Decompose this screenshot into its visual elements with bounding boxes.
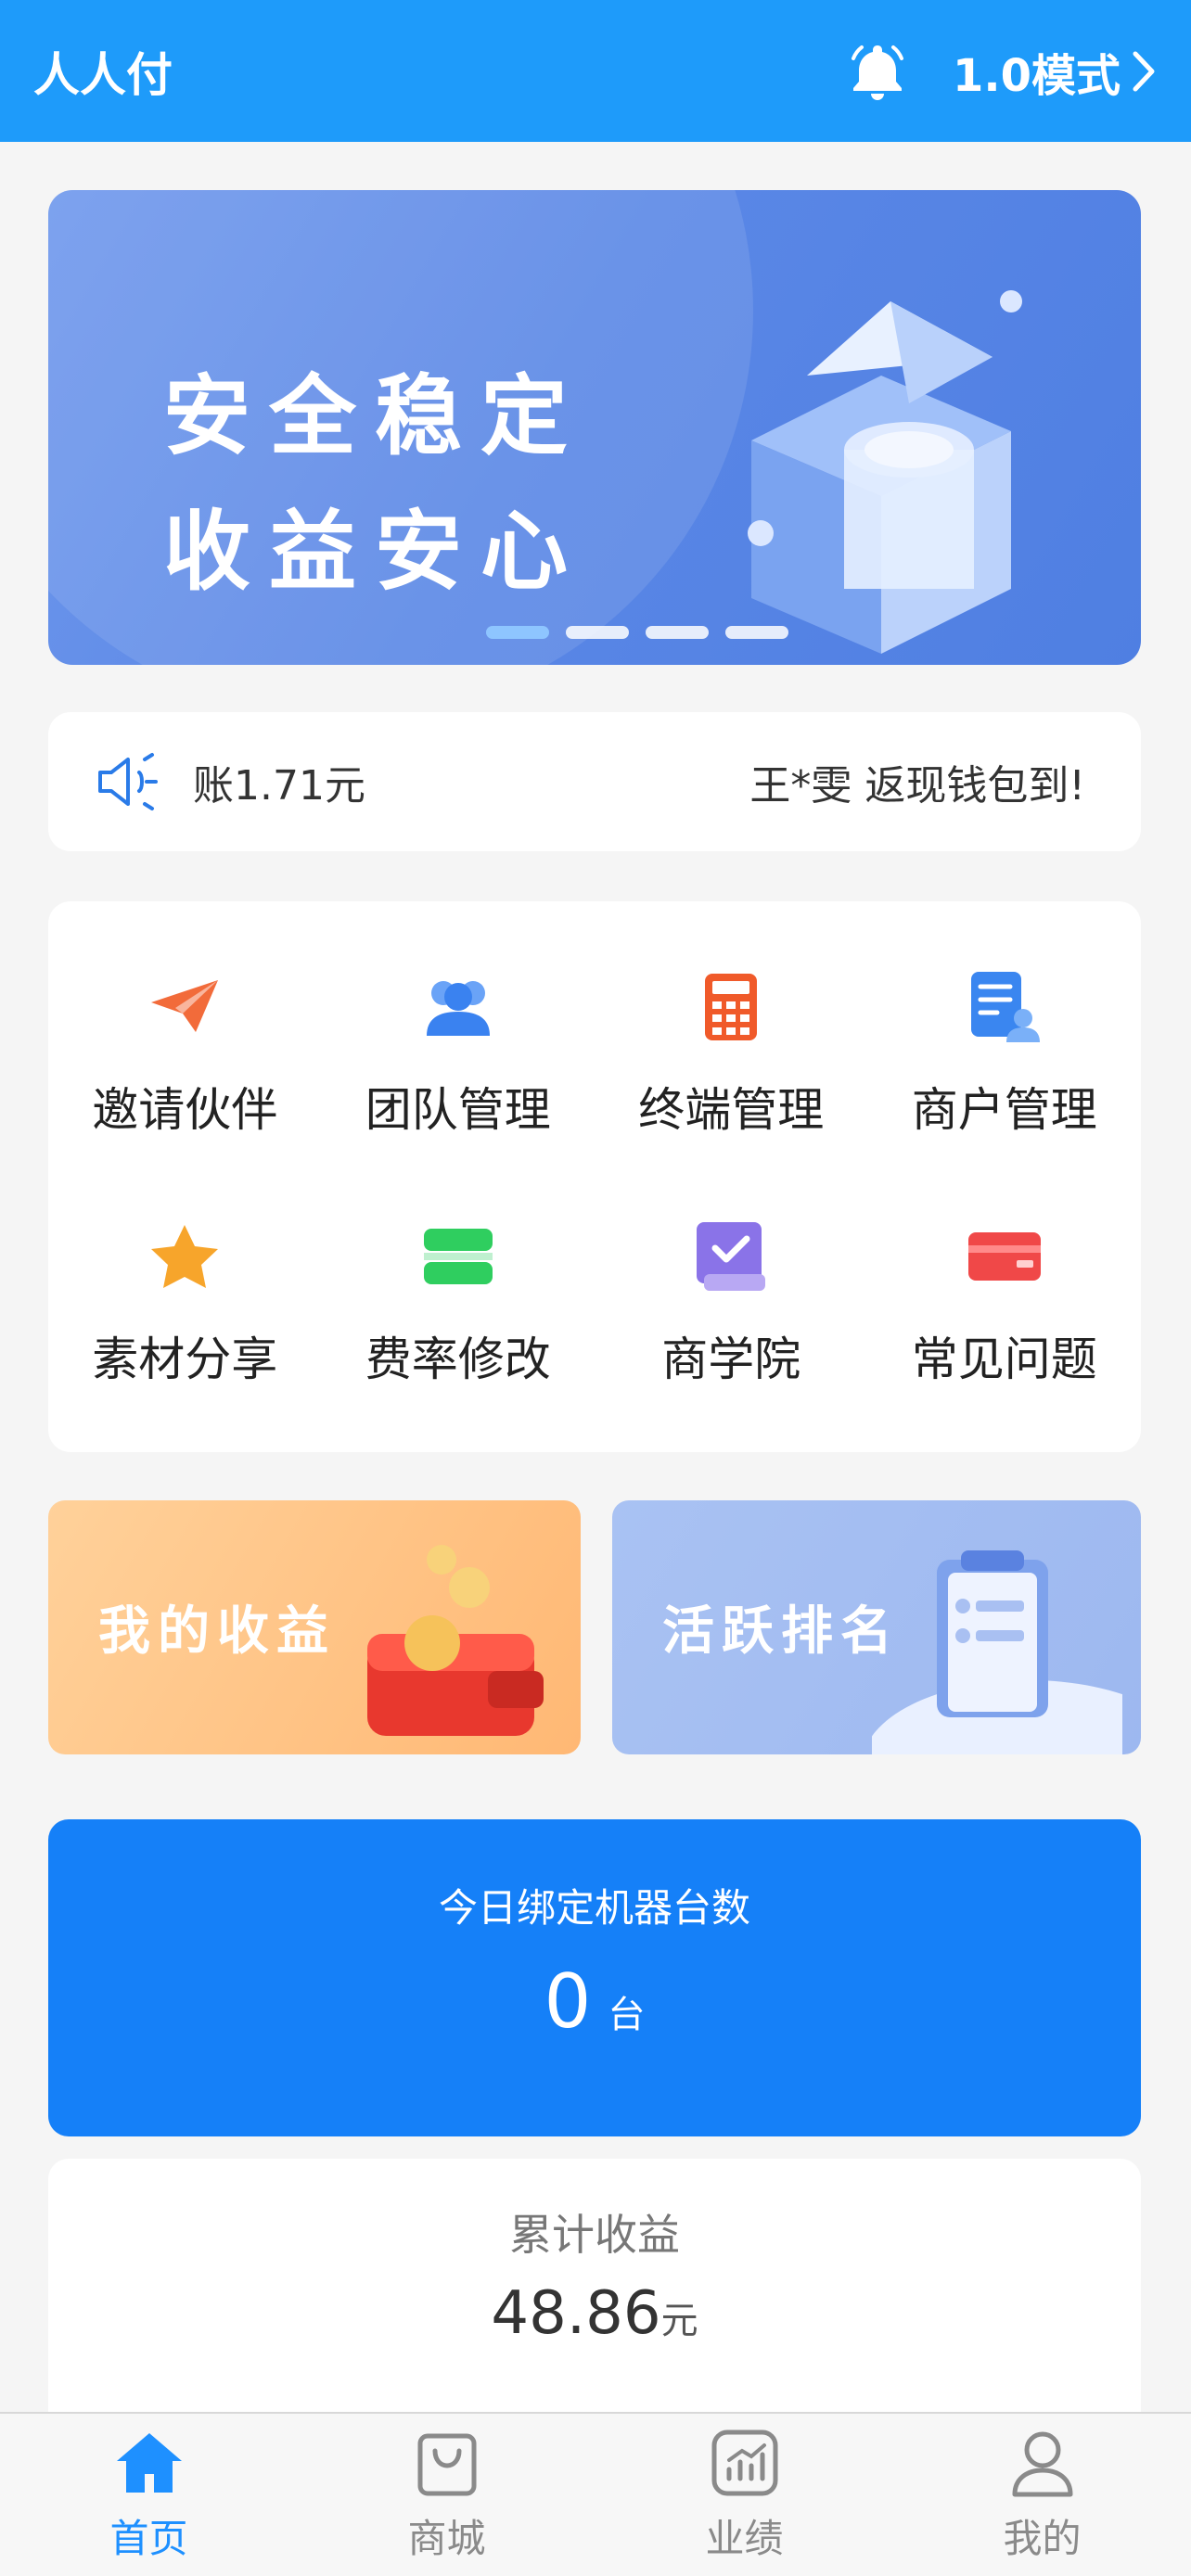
shopping-bag-icon: [410, 2426, 484, 2500]
carousel-dot[interactable]: [725, 626, 788, 639]
notice-text-1: 账1.71元: [193, 762, 365, 810]
menu-item-terminal-management[interactable]: 终端管理: [595, 927, 868, 1177]
carousel-dot[interactable]: [566, 626, 629, 639]
cumulative-value: 48.86: [491, 2279, 661, 2348]
tab-mine[interactable]: 我的: [893, 2414, 1191, 2576]
secure-box-illustration: [748, 290, 1022, 654]
app-root: 人人付 1.0模式 安全稳定 收益安心 账1.71元 王*雯 返现钱包到! 邀请…: [0, 0, 1191, 2576]
cumulative-title: 累计收益: [509, 2210, 680, 2260]
banner-line-2: 收益安心: [163, 502, 587, 603]
notice-text-2: 王*雯 返现钱包到!: [749, 762, 1085, 810]
bottom-tab-bar: 首页 商城 业绩 我的: [0, 2412, 1191, 2576]
chevron-right-icon: [1133, 51, 1155, 91]
paper-plane-icon: [143, 965, 226, 1049]
app-title: 人人付: [33, 47, 173, 102]
ranking-clipboard-illustration: [872, 1550, 1122, 1754]
menu-item-team-management[interactable]: 团队管理: [322, 927, 596, 1177]
cumulative-value-row: 48.86 元: [48, 2279, 1141, 2348]
mode-switch[interactable]: 1.0模式: [953, 39, 1158, 104]
today-unit: 台: [608, 1994, 646, 2036]
star-icon: [143, 1215, 226, 1298]
book-icon: [689, 1215, 773, 1298]
active-ranking-card[interactable]: 活跃排名: [612, 1500, 1141, 1754]
user-icon: [1005, 2426, 1080, 2500]
header-actions: 1.0模式: [845, 39, 1158, 104]
carousel-indicators: [486, 626, 788, 639]
menu-item-invite-partner[interactable]: 邀请伙伴: [48, 927, 322, 1177]
promo-banner-carousel[interactable]: 安全稳定 收益安心: [48, 190, 1141, 665]
wallet-coins-illustration: [367, 1545, 544, 1736]
card-icon: [963, 1215, 1046, 1298]
banner-slogan: 安全稳定 收益安心: [163, 350, 586, 620]
mode-label: 1.0模式: [952, 49, 1121, 102]
merchant-doc-icon: [963, 965, 1046, 1049]
carousel-dot[interactable]: [486, 626, 549, 639]
menu-item-business-school[interactable]: 商学院: [595, 1177, 868, 1426]
bell-icon[interactable]: [845, 39, 910, 104]
tab-home[interactable]: 首页: [0, 2414, 298, 2576]
speaker-icon: [98, 753, 158, 810]
banner-line-1: 安全稳定: [163, 366, 587, 467]
calculator-icon: [689, 965, 773, 1049]
feature-menu-grid: 邀请伙伴 团队管理 终端管理 商户管理 素材分享 费率修改 商学院 常见问题: [48, 901, 1141, 1452]
menu-item-rate-modify[interactable]: 费率修改: [322, 1177, 596, 1426]
menu-item-faq[interactable]: 常见问题: [868, 1177, 1142, 1426]
cumulative-earnings-card[interactable]: 累计收益 48.86 元: [48, 2159, 1141, 2437]
active-ranking-title: 活跃排名: [662, 1601, 900, 1662]
tab-performance[interactable]: 业绩: [596, 2414, 893, 2576]
rate-icon: [416, 1215, 500, 1298]
carousel-dot[interactable]: [646, 626, 709, 639]
my-earnings-card[interactable]: 我的收益: [48, 1500, 581, 1754]
menu-item-merchant-management[interactable]: 商户管理: [868, 927, 1142, 1177]
team-icon: [416, 965, 500, 1049]
notice-marquee[interactable]: 账1.71元 王*雯 返现钱包到!: [48, 712, 1141, 851]
cumulative-unit: 元: [660, 2300, 698, 2342]
today-title: 今日绑定机器台数: [438, 1885, 750, 1931]
today-value: 0: [544, 1958, 592, 2045]
tab-mall[interactable]: 商城: [298, 2414, 596, 2576]
chart-icon: [708, 2426, 782, 2500]
today-bound-machines-card[interactable]: 今日绑定机器台数 0 台: [48, 1819, 1141, 2136]
menu-item-material-share[interactable]: 素材分享: [48, 1177, 322, 1426]
top-bar: 人人付 1.0模式: [0, 0, 1191, 142]
today-value-row: 0 台: [48, 1958, 1141, 2045]
my-earnings-title: 我的收益: [98, 1601, 336, 1662]
home-icon: [112, 2426, 186, 2500]
